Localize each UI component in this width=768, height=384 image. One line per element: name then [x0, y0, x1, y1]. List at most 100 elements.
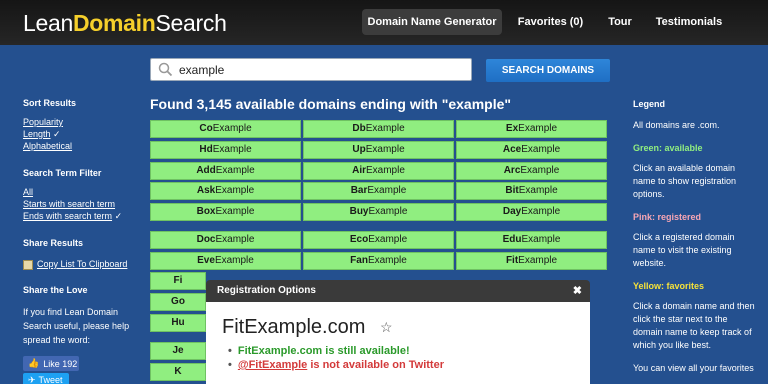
domain-cell[interactable]: Je	[150, 342, 206, 360]
site-logo[interactable]: LeanDomainSearch	[23, 10, 227, 37]
star-icon[interactable]: ☆	[380, 319, 393, 336]
sort-popularity-link[interactable]: Popularity	[23, 116, 143, 128]
domain-cell[interactable]: Fi	[150, 272, 206, 290]
domain-prefix: Edu	[502, 234, 522, 245]
domain-prefix: Hu	[171, 317, 185, 328]
registration-modal: FitExample.com ☆ • FitExample.com is stil…	[206, 302, 590, 384]
legend-pink-text: website.	[633, 258, 667, 268]
nav-testimonials[interactable]: Testimonials	[646, 9, 732, 35]
domain-cell[interactable]: Go	[150, 293, 206, 311]
domain-cell[interactable]: AirExample	[303, 162, 454, 180]
domain-prefix: Ace	[502, 144, 522, 155]
legend-panel: Legend All domains are .com. Green: avai…	[633, 98, 758, 375]
domain-suffix: Example	[368, 234, 408, 245]
legend-green-text: Click an available domain	[633, 163, 736, 173]
clipboard-icon	[23, 259, 33, 270]
domain-cell[interactable]: BitExample	[456, 182, 607, 200]
share-love-heading: Share the Love	[23, 285, 88, 295]
bullet-icon: •	[228, 345, 232, 357]
nav-domain-name-generator[interactable]: Domain Name Generator	[362, 9, 502, 35]
tweet-label: Tweet	[38, 375, 63, 384]
search-domains-button[interactable]: SEARCH DOMAINS	[486, 59, 610, 82]
domain-cell[interactable]: DbExample	[303, 120, 454, 138]
domain-cell[interactable]: UpExample	[303, 141, 454, 159]
domain-prefix: Eve	[197, 255, 215, 266]
sort-alphabetical-link[interactable]: Alphabetical	[23, 140, 143, 152]
domain-cell[interactable]: FitExample	[456, 252, 607, 270]
domain-cell[interactable]: FanExample	[303, 252, 454, 270]
domain-prefix: Air	[352, 165, 366, 176]
domain-cell[interactable]: ExExample	[456, 120, 607, 138]
domain-cell[interactable]: EcoExample	[303, 231, 454, 249]
domain-cell[interactable]: BoxExample	[150, 203, 301, 221]
domain-suffix: Example	[215, 165, 255, 176]
close-icon[interactable]: ✖	[573, 284, 582, 297]
domain-prefix: Doc	[196, 234, 216, 245]
domain-cell[interactable]: K	[150, 363, 206, 381]
domain-cell[interactable]: EveExample	[150, 252, 301, 270]
availability-line: • FitExample.com is still available!	[228, 345, 410, 357]
legend-yellow-text: domain name to keep track of	[633, 327, 752, 337]
logo-domain: Domain	[72, 10, 156, 36]
domain-cell[interactable]: Hu	[150, 314, 206, 332]
domain-suffix: Example	[368, 206, 408, 217]
search-box	[150, 58, 472, 81]
domain-suffix: Example	[366, 165, 405, 176]
legend-yellow-text: Click a domain name and then	[633, 301, 755, 311]
domain-prefix: Day	[502, 206, 522, 217]
twitter-text: is not available on Twitter	[307, 359, 444, 371]
tweet-button[interactable]: ✈ Tweet	[23, 373, 69, 384]
search-icon	[158, 62, 173, 77]
check-icon: ✓	[53, 129, 61, 139]
domain-prefix: Buy	[349, 206, 369, 217]
domain-prefix: Arc	[503, 165, 521, 176]
domain-prefix: Box	[196, 206, 216, 217]
domain-suffix: Example	[518, 255, 558, 266]
domain-cell[interactable]: AceExample	[456, 141, 607, 159]
domain-cell[interactable]: BuyExample	[303, 203, 454, 221]
domain-cell[interactable]: AddExample	[150, 162, 301, 180]
domain-suffix: Example	[212, 123, 252, 134]
domain-cell[interactable]: HdExample	[150, 141, 301, 159]
domain-suffix: Example	[367, 255, 407, 266]
domain-prefix: Bar	[350, 185, 368, 196]
domain-cell[interactable]: DocExample	[150, 231, 301, 249]
domain-prefix: Go	[171, 296, 185, 307]
nav-tour[interactable]: Tour	[600, 9, 640, 35]
facebook-like-button[interactable]: 👍 Like 192	[23, 356, 79, 371]
twitter-handle-link[interactable]: @FitExample	[238, 359, 307, 371]
copy-to-clipboard-link[interactable]: Copy List To Clipboard	[37, 259, 127, 269]
legend-yellow-text: which you like best.	[633, 340, 712, 350]
domain-suffix: Example	[367, 185, 407, 196]
domain-suffix: Example	[215, 185, 255, 196]
domain-suffix: Example	[521, 144, 561, 155]
legend-tail-text: You can view all your favorites	[633, 363, 754, 373]
domain-suffix: Example	[518, 123, 558, 134]
domain-cell[interactable]: AskExample	[150, 182, 301, 200]
love-text-3: spread the word:	[23, 335, 91, 345]
domain-cell[interactable]: CoExample	[150, 120, 301, 138]
love-text-1: If you find Lean Domain	[23, 307, 119, 317]
domain-cell[interactable]: DayExample	[456, 203, 607, 221]
domain-cell[interactable]: EduExample	[456, 231, 607, 249]
sort-length-link[interactable]: Length	[23, 129, 51, 139]
modal-domain-name: FitExample.com	[222, 316, 366, 338]
legend-green-text: options.	[633, 189, 665, 199]
domain-suffix: Example	[520, 165, 560, 176]
like-label: Like	[43, 358, 60, 369]
domain-cell[interactable]: BarExample	[303, 182, 454, 200]
filter-ends-link[interactable]: Ends with search term	[23, 211, 112, 221]
domain-cell[interactable]: ArcExample	[456, 162, 607, 180]
nav-favorites[interactable]: Favorites (0)	[508, 9, 593, 35]
domain-prefix: Fit	[505, 255, 519, 266]
domain-suffix: Example	[214, 255, 254, 266]
filter-starts-link[interactable]: Starts with search term	[23, 198, 148, 210]
filter-all-link[interactable]: All	[23, 186, 148, 198]
domain-prefix: Ask	[196, 185, 216, 196]
sort-results-section: Sort Results Popularity Length ✓ Alphabe…	[23, 98, 143, 152]
legend-pink-text: name to visit the existing	[633, 245, 732, 255]
domain-suffix: Example	[212, 144, 252, 155]
search-input[interactable]	[179, 61, 459, 78]
results-title: Found 3,145 available domains ending wit…	[150, 96, 512, 112]
bullet-icon: •	[228, 359, 232, 371]
